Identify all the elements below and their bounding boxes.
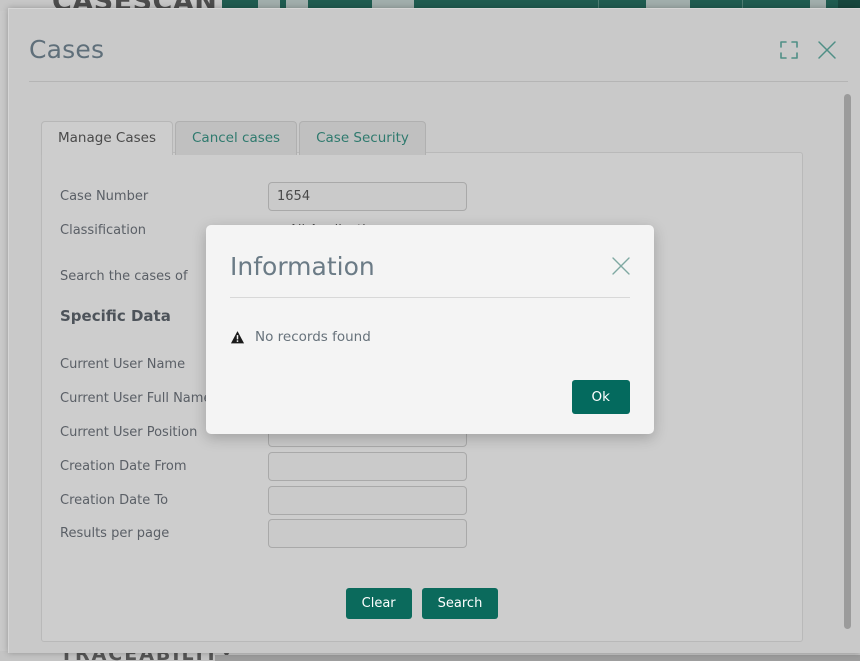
dialog-title: Information (230, 252, 375, 281)
dialog-body: No records found (230, 329, 371, 345)
dialog-divider (230, 297, 630, 298)
dialog-footer: Ok (571, 380, 630, 414)
dialog-layer: Information No records found Ok (0, 0, 860, 661)
dialog-ok-button[interactable]: Ok (571, 380, 630, 414)
information-dialog: Information No records found Ok (206, 225, 654, 434)
page-root: CASESCAN TRACEABILITY Cases (0, 0, 860, 661)
dialog-close-icon[interactable] (610, 255, 632, 277)
dialog-message: No records found (255, 329, 371, 345)
warning-triangle-icon (230, 330, 245, 345)
